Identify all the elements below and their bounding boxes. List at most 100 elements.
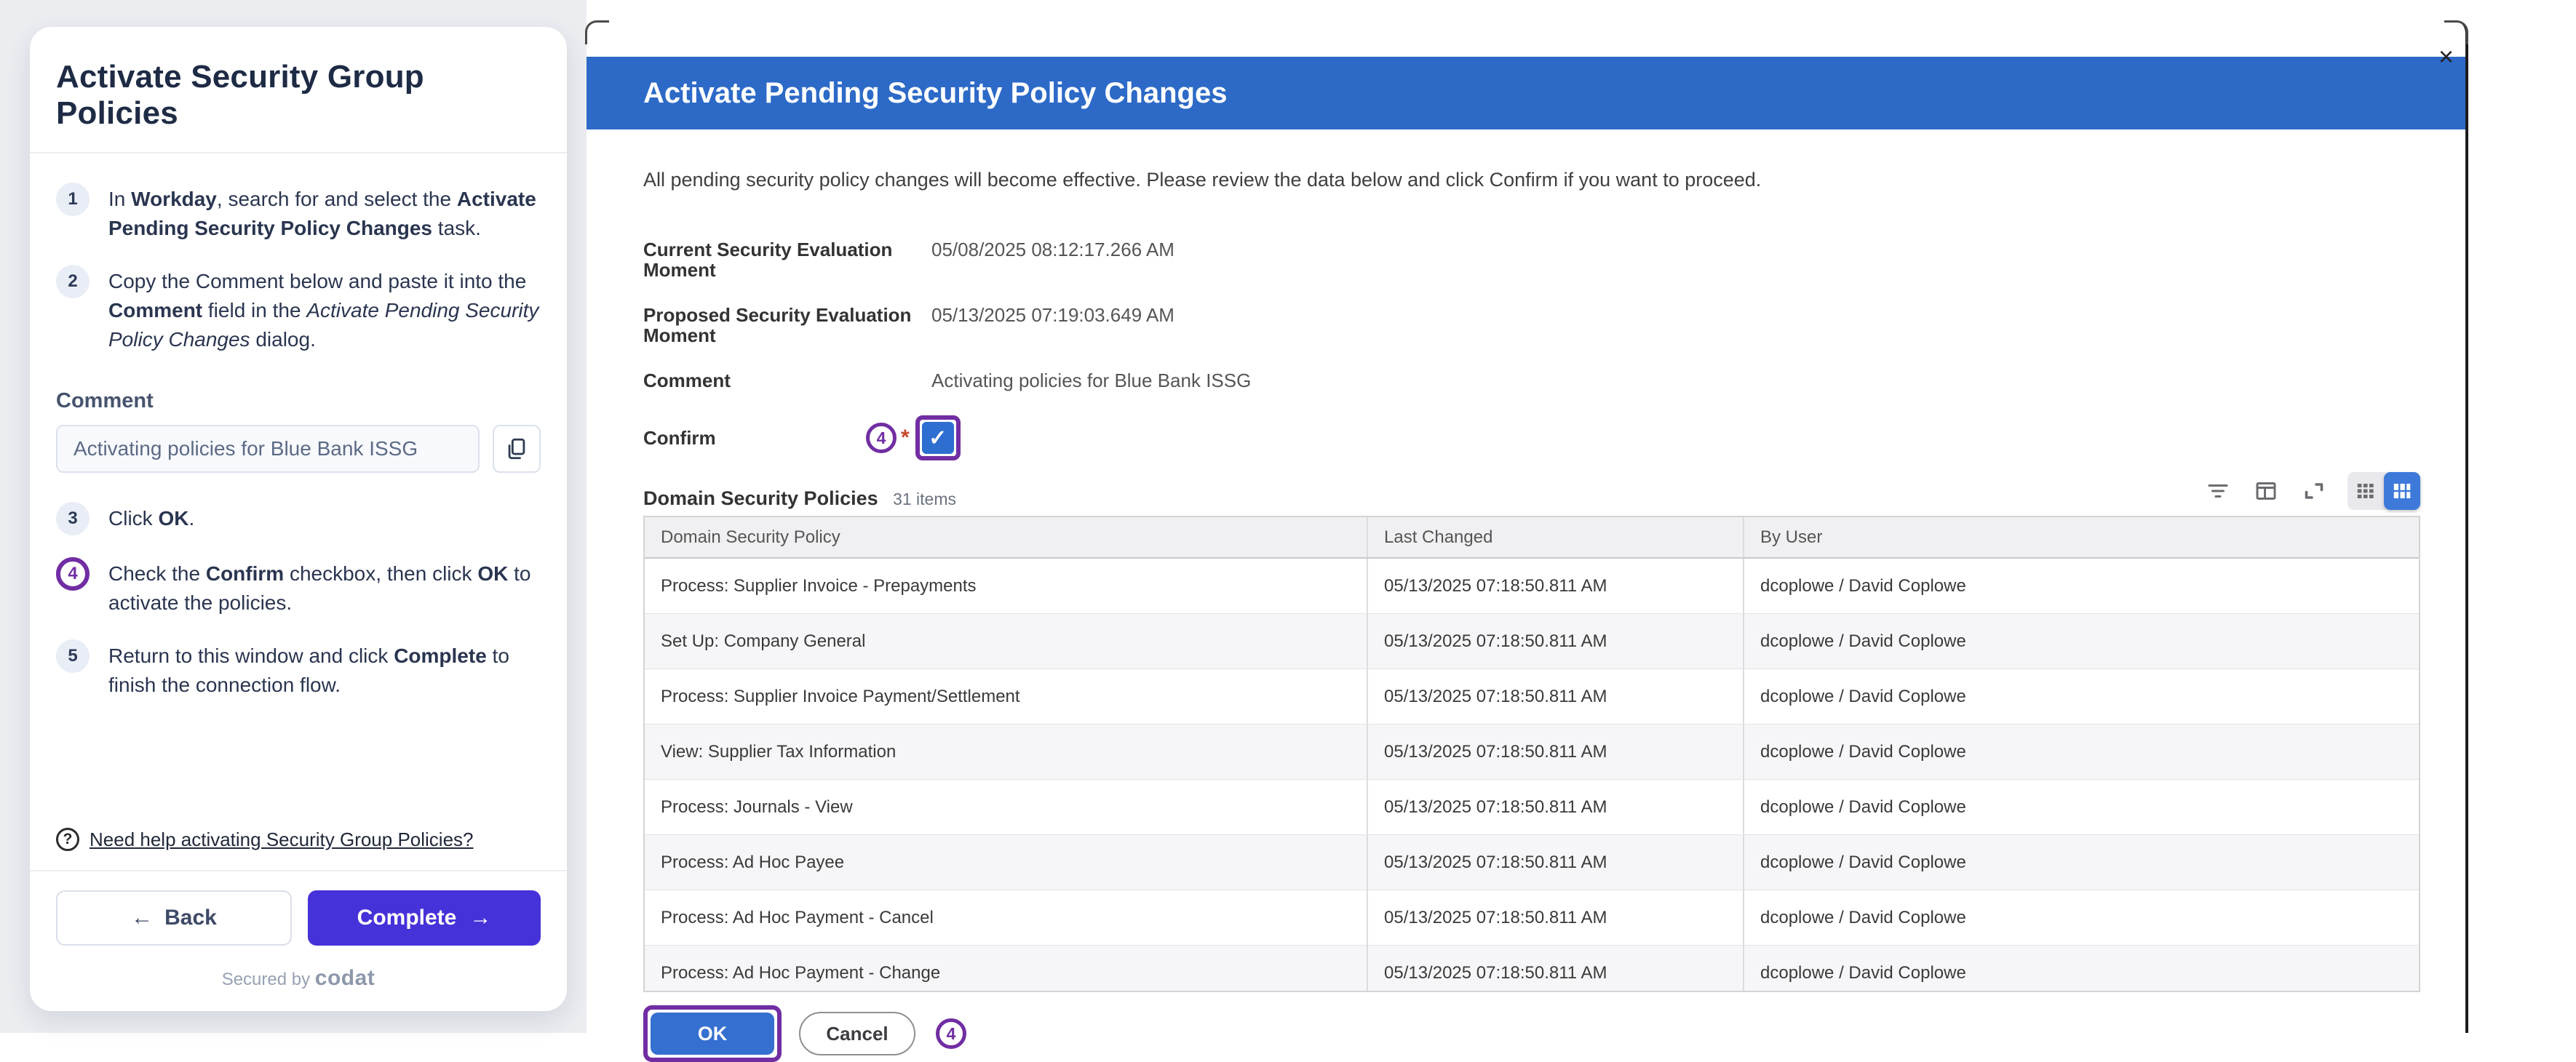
step-text: Copy the Comment below and paste it into… <box>108 265 541 354</box>
step-number-badge: 1 <box>56 183 90 216</box>
secured-by-footer: Secured by codat <box>56 966 541 991</box>
policies-table: Domain Security Policy Last Changed By U… <box>643 516 2420 992</box>
field-label: Current Security Evaluation Moment <box>643 239 931 280</box>
grid-toolbar <box>2203 472 2420 510</box>
required-asterisk: * <box>901 426 910 450</box>
step-number-badge: 3 <box>56 502 90 535</box>
dialog-button-row: OK Cancel 4 <box>643 1005 2420 1062</box>
workday-dialog-window: × Activate Pending Security Policy Chang… <box>587 22 2468 1033</box>
instruction-step: 2 Copy the Comment below and paste it in… <box>56 265 541 354</box>
cell-policy: Process: Ad Hoc Payee <box>645 835 1368 890</box>
grid-title: Domain Security Policies <box>643 487 878 509</box>
table-row: Process: Ad Hoc Payment - Change 05/13/2… <box>645 946 2419 992</box>
back-button-label: Back <box>164 906 217 930</box>
column-header-last-changed: Last Changed <box>1368 517 1744 557</box>
ok-button[interactable]: OK <box>651 1013 774 1055</box>
field-row: Proposed Security Evaluation Moment 05/1… <box>643 305 2420 346</box>
cell-by-user: dcoplowe / David Coplowe <box>1744 835 2419 890</box>
cell-by-user: dcoplowe / David Coplowe <box>1744 724 2419 779</box>
table-row: Set Up: Company General 05/13/2025 07:18… <box>645 614 2419 669</box>
annotation-step-4-circle: 4 <box>936 1018 966 1049</box>
complete-button-label: Complete <box>357 906 457 930</box>
grid-title-row: Domain Security Policies 31 items <box>643 472 2420 510</box>
step-text: Return to this window and click Complete… <box>108 639 541 700</box>
field-row: Current Security Evaluation Moment 05/08… <box>643 239 2420 280</box>
cell-policy: Process: Journals - View <box>645 780 1368 834</box>
footer-button-row: ← Back Complete → <box>56 890 541 946</box>
confirm-checkbox[interactable]: ✓ <box>922 422 954 454</box>
help-link[interactable]: Need help activating Security Group Poli… <box>90 829 474 851</box>
cell-last-changed: 05/13/2025 07:18:50.811 AM <box>1368 890 1744 945</box>
comment-input[interactable] <box>56 425 480 473</box>
field-value: 05/08/2025 08:12:17.266 AM <box>931 239 1174 280</box>
field-label: Comment <box>643 370 931 391</box>
dialog-title: Activate Pending Security Policy Changes <box>643 77 1227 110</box>
cancel-button[interactable]: Cancel <box>799 1012 915 1055</box>
grid-item-count: 31 items <box>893 490 956 508</box>
step-text: Click OK. <box>108 502 194 535</box>
cell-last-changed: 05/13/2025 07:18:50.811 AM <box>1368 780 1744 834</box>
column-header-by-user: By User <box>1744 517 2419 557</box>
codat-logo: codat <box>315 966 375 990</box>
expand-icon[interactable] <box>2299 476 2329 506</box>
complete-arrow-icon: → <box>469 906 491 930</box>
cell-by-user: dcoplowe / David Coplowe <box>1744 559 2419 613</box>
steps-top-list: 1 In Workday, search for and select the … <box>56 183 541 376</box>
instruction-step: 4 Check the Confirm checkbox, then click… <box>56 557 541 618</box>
table-columns-icon[interactable] <box>2251 476 2281 506</box>
field-row: Comment Activating policies for Blue Ban… <box>643 370 2420 391</box>
comment-input-row <box>56 425 541 473</box>
grid-view-toggle-group <box>2348 472 2420 510</box>
confirm-checkbox-highlight: ✓ <box>915 415 961 460</box>
cell-last-changed: 05/13/2025 07:18:50.811 AM <box>1368 559 1744 613</box>
comment-label: Comment <box>56 389 541 413</box>
cell-policy: Set Up: Company General <box>645 614 1368 668</box>
dialog-body: All pending security policy changes will… <box>587 169 2465 1062</box>
filter-icon[interactable] <box>2203 476 2233 506</box>
instruction-step: 3 Click OK. <box>56 502 541 535</box>
compact-grid-button[interactable] <box>2348 472 2384 510</box>
dialog-header: Activate Pending Security Policy Changes <box>587 57 2465 129</box>
table-row: Process: Ad Hoc Payment - Cancel 05/13/2… <box>645 890 2419 946</box>
cell-last-changed: 05/13/2025 07:18:50.811 AM <box>1368 724 1744 779</box>
flex-spacer <box>56 722 541 828</box>
table-row: Process: Supplier Invoice Payment/Settle… <box>645 669 2419 724</box>
step-number-badge: 5 <box>56 639 90 673</box>
copy-button[interactable] <box>493 425 541 473</box>
confirm-label: Confirm <box>643 427 866 450</box>
instruction-step: 5 Return to this window and click Comple… <box>56 639 541 700</box>
dialog-description: All pending security policy changes will… <box>643 169 2420 191</box>
cell-by-user: dcoplowe / David Coplowe <box>1744 780 2419 834</box>
card-title: Activate Security Group Policies <box>56 59 541 132</box>
close-icon[interactable]: × <box>2438 44 2454 70</box>
table-row: Process: Journals - View 05/13/2025 07:1… <box>645 780 2419 835</box>
help-icon: ? <box>56 828 79 851</box>
steps-bottom-list: 3 Click OK. 4 Check the Confirm checkbox… <box>56 502 541 722</box>
back-arrow-icon: ← <box>131 906 153 930</box>
card-footer: ← Back Complete → Secured by codat <box>30 870 567 1011</box>
cell-last-changed: 05/13/2025 07:18:50.811 AM <box>1368 946 1744 992</box>
cell-policy: View: Supplier Tax Information <box>645 724 1368 779</box>
help-row: ? Need help activating Security Group Po… <box>56 828 541 851</box>
complete-button[interactable]: Complete → <box>308 890 541 946</box>
copy-icon <box>504 436 529 461</box>
table-row: Process: Supplier Invoice - Prepayments … <box>645 559 2419 614</box>
step-number-badge: 2 <box>56 265 90 298</box>
cell-policy: Process: Supplier Invoice - Prepayments <box>645 559 1368 613</box>
secured-by-text: Secured by <box>222 970 310 989</box>
cell-by-user: dcoplowe / David Coplowe <box>1744 890 2419 945</box>
cell-last-changed: 05/13/2025 07:18:50.811 AM <box>1368 669 1744 724</box>
table-header-row: Domain Security Policy Last Changed By U… <box>645 517 2419 559</box>
table-row: View: Supplier Tax Information 05/13/202… <box>645 724 2419 780</box>
expanded-grid-button[interactable] <box>2384 472 2420 510</box>
cell-policy: Process: Ad Hoc Payment - Cancel <box>645 890 1368 945</box>
step-number-badge: 4 <box>56 557 90 591</box>
step-text: Check the Confirm checkbox, then click O… <box>108 557 541 618</box>
instruction-step: 1 In Workday, search for and select the … <box>56 183 541 243</box>
instruction-card: Activate Security Group Policies 1 In Wo… <box>30 27 567 1011</box>
card-body: 1 In Workday, search for and select the … <box>30 153 567 870</box>
field-label: Proposed Security Evaluation Moment <box>643 305 931 346</box>
annotation-step-4-circle: 4 <box>866 423 897 453</box>
cell-policy: Process: Supplier Invoice Payment/Settle… <box>645 669 1368 724</box>
back-button[interactable]: ← Back <box>56 890 292 946</box>
